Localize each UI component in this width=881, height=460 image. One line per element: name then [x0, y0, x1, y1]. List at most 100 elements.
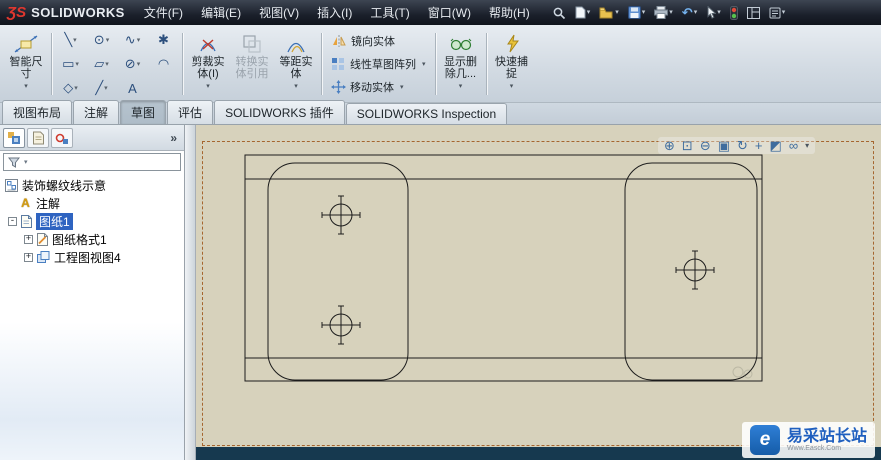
- new-document-icon: [575, 6, 586, 19]
- mirror-entities-button[interactable]: 镜向实体: [327, 31, 430, 51]
- undo-button[interactable]: ↶ ▾: [679, 4, 700, 21]
- tree-item-sheet-format1[interactable]: + 图纸格式1: [0, 230, 184, 248]
- quick-snaps-button[interactable]: 快速捕 捉 ▾: [490, 28, 534, 100]
- chevron-down-icon[interactable]: ▾: [642, 9, 646, 16]
- ellipse-tool-button[interactable]: ⊘ ▾: [117, 52, 148, 76]
- convert-entities-button[interactable]: 转换实 体引用: [230, 28, 274, 100]
- smart-dimension-button[interactable]: 智能尺 寸 ▾: [4, 28, 48, 100]
- move-entities-button[interactable]: 移动实体 ▾: [327, 77, 430, 97]
- menu-window[interactable]: 窗口(W): [419, 2, 480, 23]
- chevron-down-icon[interactable]: ▾: [104, 85, 108, 92]
- hide-show-items-icon[interactable]: ∞: [789, 139, 798, 152]
- zoom-to-area-icon[interactable]: ⊡: [682, 139, 693, 152]
- chevron-down-icon[interactable]: ▾: [400, 84, 404, 91]
- chevron-down-icon[interactable]: ▾: [717, 9, 721, 16]
- options-button[interactable]: ▾: [766, 5, 789, 21]
- chevron-down-icon[interactable]: ▾: [24, 159, 28, 166]
- chevron-down-icon[interactable]: ▾: [782, 9, 786, 16]
- expand-box-icon[interactable]: +: [24, 234, 33, 244]
- save-button[interactable]: ▾: [625, 4, 649, 21]
- print-button[interactable]: ▾: [651, 4, 676, 21]
- panels-button[interactable]: [744, 5, 763, 21]
- expand-box-icon[interactable]: +: [24, 252, 33, 262]
- menu-tools[interactable]: 工具(T): [361, 2, 418, 23]
- featuremanager-tree-tab[interactable]: [3, 127, 25, 148]
- tab-sketch[interactable]: 草图: [120, 100, 167, 124]
- panel-collapse-button[interactable]: »: [167, 131, 180, 145]
- fillet-tool-button[interactable]: ◠: [148, 52, 179, 76]
- configurationmanager-tab[interactable]: [51, 127, 73, 148]
- tree-item-sheet1[interactable]: - 图纸1: [0, 212, 184, 230]
- convert-entities-icon: [243, 34, 261, 53]
- chevron-down-icon[interactable]: ▾: [422, 61, 426, 68]
- tree-filter-box[interactable]: ▾: [3, 153, 181, 171]
- text-tool-button[interactable]: A: [117, 76, 148, 100]
- panel-splitter[interactable]: [185, 125, 196, 460]
- chevron-down-icon[interactable]: ▾: [615, 9, 619, 16]
- ribbon-separator: [485, 33, 487, 95]
- panel-tab-bar: »: [0, 125, 184, 151]
- chevron-down-icon[interactable]: ▾: [73, 37, 77, 44]
- line-tool-button[interactable]: ╲ ▾: [55, 28, 86, 52]
- view-orientation-icon[interactable]: ▣: [718, 139, 730, 152]
- hole-center-marks[interactable]: [321, 195, 715, 345]
- chevron-down-icon[interactable]: ▾: [206, 81, 210, 93]
- drawing-canvas[interactable]: [196, 125, 881, 460]
- new-document-button[interactable]: ▾: [572, 4, 594, 21]
- chevron-down-icon[interactable]: ▾: [75, 61, 79, 68]
- slot-tool-button[interactable]: ▱ ▾: [86, 52, 117, 76]
- point-tool-button[interactable]: ✱: [148, 28, 179, 52]
- spline-tool-button[interactable]: ∿ ▾: [117, 28, 148, 52]
- circle-tool-button[interactable]: ⊙ ▾: [86, 28, 117, 52]
- drawing-document-icon: [5, 178, 18, 192]
- rectangle-tool-button[interactable]: ▭ ▾: [55, 52, 86, 76]
- pan-icon[interactable]: +: [755, 139, 763, 152]
- chevron-down-icon[interactable]: ▾: [137, 61, 141, 68]
- polygon-tool-button[interactable]: ◇ ▾: [55, 76, 86, 100]
- menu-edit[interactable]: 编辑(E): [192, 2, 250, 23]
- collapse-box-icon[interactable]: -: [8, 216, 17, 226]
- centerline-tool-button[interactable]: ╱ ▾: [86, 76, 117, 100]
- rebuild-button[interactable]: [727, 4, 741, 22]
- chevron-down-icon[interactable]: ▾: [510, 81, 514, 93]
- chevron-down-icon[interactable]: ▾: [694, 9, 698, 16]
- graphics-area[interactable]: ⊕ ⊡ ⊖ ▣ ↻ + ◩ ∞ ▾ e 易采站长站 Www.Easck.Com: [196, 125, 881, 460]
- tab-solidworks-addins[interactable]: SOLIDWORKS 插件: [214, 100, 345, 124]
- tab-evaluate[interactable]: 评估: [167, 100, 214, 124]
- chevron-down-icon[interactable]: ▾: [294, 81, 298, 93]
- tree-item-drawing-view4[interactable]: + 工程图视图4: [0, 248, 184, 266]
- rotate-view-icon[interactable]: ↻: [737, 139, 748, 152]
- configurationmanager-icon: [55, 133, 68, 144]
- move-entities-icon: [331, 80, 346, 94]
- menu-view[interactable]: 视图(V): [250, 2, 308, 23]
- chevron-down-icon[interactable]: ▾: [587, 9, 591, 16]
- display-style-icon[interactable]: ◩: [770, 139, 782, 152]
- chevron-down-icon[interactable]: ▾: [74, 85, 78, 92]
- trim-entities-button[interactable]: 剪裁实 体(I) ▾: [186, 28, 230, 100]
- chevron-down-icon[interactable]: ▾: [106, 37, 110, 44]
- tab-view-layout[interactable]: 视图布局: [2, 100, 73, 124]
- linear-sketch-pattern-button[interactable]: 线性草图阵列 ▾: [327, 54, 430, 74]
- search-button[interactable]: [549, 4, 569, 22]
- chevron-down-icon[interactable]: ▾: [24, 81, 28, 93]
- chevron-down-icon[interactable]: ▾: [105, 61, 109, 68]
- open-button[interactable]: ▾: [596, 5, 622, 21]
- offset-entities-button[interactable]: 等距实 体 ▾: [274, 28, 318, 100]
- propertymanager-tab[interactable]: [27, 127, 49, 148]
- display-delete-relations-button[interactable]: 显示删 除几... ▾: [439, 28, 483, 100]
- zoom-in-out-icon[interactable]: ⊖: [700, 139, 711, 152]
- menu-insert[interactable]: 插入(I): [308, 2, 361, 23]
- select-button[interactable]: ▾: [703, 4, 724, 21]
- menu-file[interactable]: 文件(F): [135, 2, 192, 23]
- tree-item-annotations[interactable]: A 注解: [0, 194, 184, 212]
- tab-annotation[interactable]: 注解: [73, 100, 120, 124]
- menu-help[interactable]: 帮助(H): [480, 2, 539, 23]
- app-name: SOLIDWORKS: [31, 5, 125, 20]
- chevron-down-icon[interactable]: ▾: [137, 37, 141, 44]
- chevron-down-icon[interactable]: ▾: [459, 81, 463, 93]
- chevron-down-icon[interactable]: ▾: [805, 141, 809, 150]
- zoom-to-fit-icon[interactable]: ⊕: [664, 139, 675, 152]
- chevron-down-icon[interactable]: ▾: [669, 9, 673, 16]
- tab-solidworks-inspection[interactable]: SOLIDWORKS Inspection: [345, 103, 508, 124]
- tree-item-drawing-document[interactable]: 装饰螺纹线示意: [0, 176, 184, 194]
